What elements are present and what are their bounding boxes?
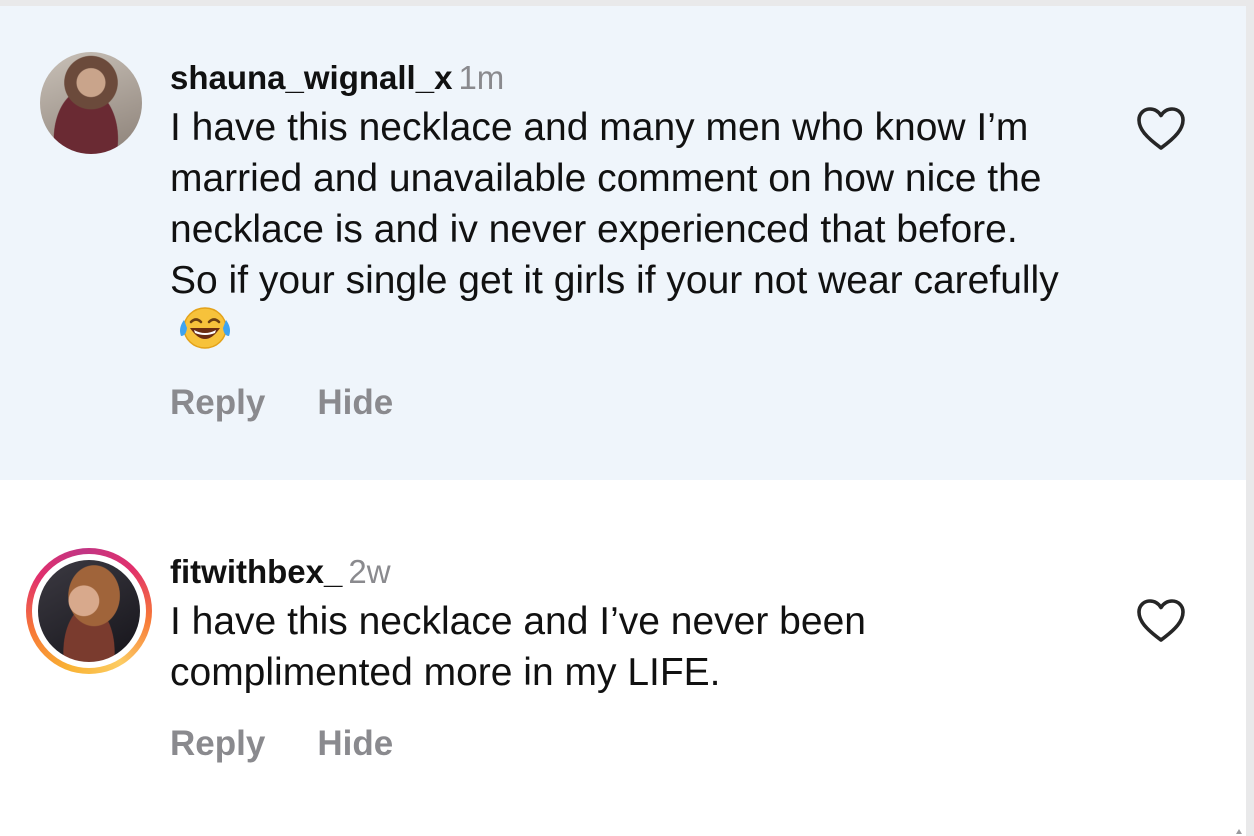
- comments-panel: shauna_wignall_x 1m I have this necklace …: [0, 6, 1246, 836]
- comment-item: shauna_wignall_x 1m I have this necklace …: [0, 6, 1246, 480]
- comment-text-content: I have this necklace and many men who kn…: [170, 106, 1059, 302]
- scroll-indicator-icon[interactable]: [1236, 828, 1242, 834]
- avatar: [38, 560, 140, 662]
- face-with-tears-of-joy-emoji: [180, 307, 230, 349]
- comment-text-content: I have this necklace and I’ve never been…: [170, 600, 866, 694]
- reply-button[interactable]: Reply: [170, 383, 265, 422]
- heart-outline-icon[interactable]: [1136, 598, 1186, 644]
- comment-text: I have this necklace and I’ve never been…: [170, 596, 1066, 698]
- comment-username[interactable]: fitwithbex_: [170, 553, 342, 590]
- avatar[interactable]: [40, 52, 142, 154]
- comment-body: shauna_wignall_x 1m I have this necklace …: [170, 56, 1066, 423]
- comment-time: 2w: [348, 553, 391, 590]
- comment-actions: Reply Hide: [170, 724, 1066, 764]
- avatar-ring-gap: [32, 554, 146, 668]
- avatar-with-story-ring[interactable]: [26, 548, 152, 674]
- comment-actions: Reply Hide: [170, 383, 1066, 423]
- hide-button[interactable]: Hide: [317, 383, 393, 422]
- reply-button[interactable]: Reply: [170, 724, 265, 763]
- comment-time: 1m: [458, 59, 505, 96]
- comment-meta: shauna_wignall_x 1m: [170, 56, 1066, 100]
- comment-item: fitwithbex_ 2w I have this necklace and I…: [0, 480, 1246, 836]
- heart-outline-icon[interactable]: [1136, 106, 1186, 152]
- hide-button[interactable]: Hide: [317, 724, 393, 763]
- comment-text: I have this necklace and many men who kn…: [170, 102, 1066, 357]
- comment-username[interactable]: shauna_wignall_x: [170, 59, 452, 96]
- comment-meta: fitwithbex_ 2w: [170, 550, 1066, 594]
- comment-body: fitwithbex_ 2w I have this necklace and I…: [170, 550, 1066, 764]
